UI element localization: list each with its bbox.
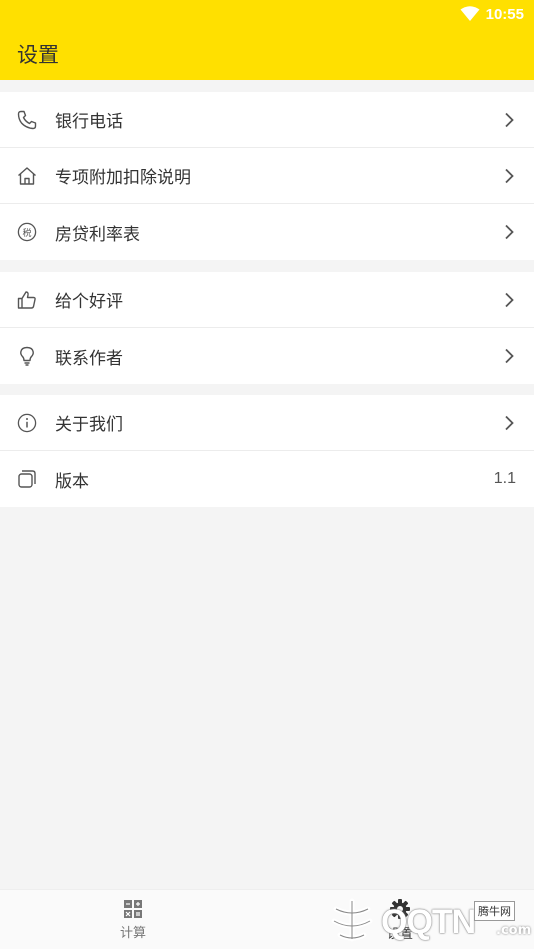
- settings-item-label: 给个好评: [55, 292, 123, 312]
- chevron-right-icon: [502, 111, 516, 129]
- settings-item-version: 版本 1.1: [0, 451, 534, 507]
- version-value: 1.1: [493, 470, 516, 487]
- watermark-logo-icon: [326, 897, 378, 943]
- thumbs-up-icon: [16, 289, 38, 311]
- settings-item-mortgage-rates[interactable]: 税 房贷利率表: [0, 204, 534, 260]
- watermark-text: QQTN: [381, 903, 476, 941]
- settings-item-rate-app[interactable]: 给个好评: [0, 272, 534, 328]
- nav-tab-label: 计算: [119, 926, 146, 941]
- chevron-right-icon: [502, 167, 516, 185]
- settings-item-about-us[interactable]: 关于我们: [0, 395, 534, 451]
- settings-item-deduction-info[interactable]: 专项附加扣除说明: [0, 148, 534, 204]
- chevron-right-icon: [502, 414, 516, 432]
- tax-icon-glyph: 税: [22, 228, 32, 239]
- watermark-badge: 腾牛网: [474, 901, 515, 921]
- lightbulb-icon: [16, 345, 38, 367]
- app-bar: 设置: [0, 28, 534, 80]
- nav-tab-calculate[interactable]: 计算: [73, 890, 193, 949]
- page-title: 设置: [17, 43, 59, 67]
- settings-group-feedback: 给个好评 联系作者: [0, 272, 534, 384]
- settings-item-label: 联系作者: [55, 348, 123, 369]
- phone-icon: [16, 109, 38, 131]
- settings-item-label: 版本: [55, 471, 89, 492]
- watermark: QQTN 腾牛网 .com: [326, 893, 532, 947]
- status-bar: 10:55: [0, 0, 534, 28]
- chevron-right-icon: [502, 347, 516, 365]
- tax-icon: 税: [16, 221, 38, 243]
- settings-group-about: 关于我们 版本 1.1: [0, 395, 534, 507]
- settings-item-contact-author[interactable]: 联系作者: [0, 328, 534, 384]
- home-icon: [16, 165, 38, 187]
- settings-item-label: 专项附加扣除说明: [55, 168, 191, 188]
- calculator-grid-icon: [123, 899, 143, 919]
- settings-item-label: 关于我们: [55, 415, 123, 435]
- info-icon: [16, 412, 38, 434]
- wifi-icon: [460, 6, 480, 22]
- chevron-right-icon: [502, 223, 516, 241]
- settings-item-label: 银行电话: [55, 112, 123, 132]
- settings-item-bank-phone[interactable]: 银行电话: [0, 92, 534, 148]
- watermark-suffix: .com: [496, 923, 532, 938]
- settings-group-tools: 银行电话 专项附加扣除说明 税 房贷利率表: [0, 92, 534, 260]
- settings-item-label: 房贷利率表: [55, 224, 140, 245]
- copy-icon: [16, 468, 38, 490]
- chevron-right-icon: [502, 291, 516, 309]
- status-time: 10:55: [485, 5, 524, 23]
